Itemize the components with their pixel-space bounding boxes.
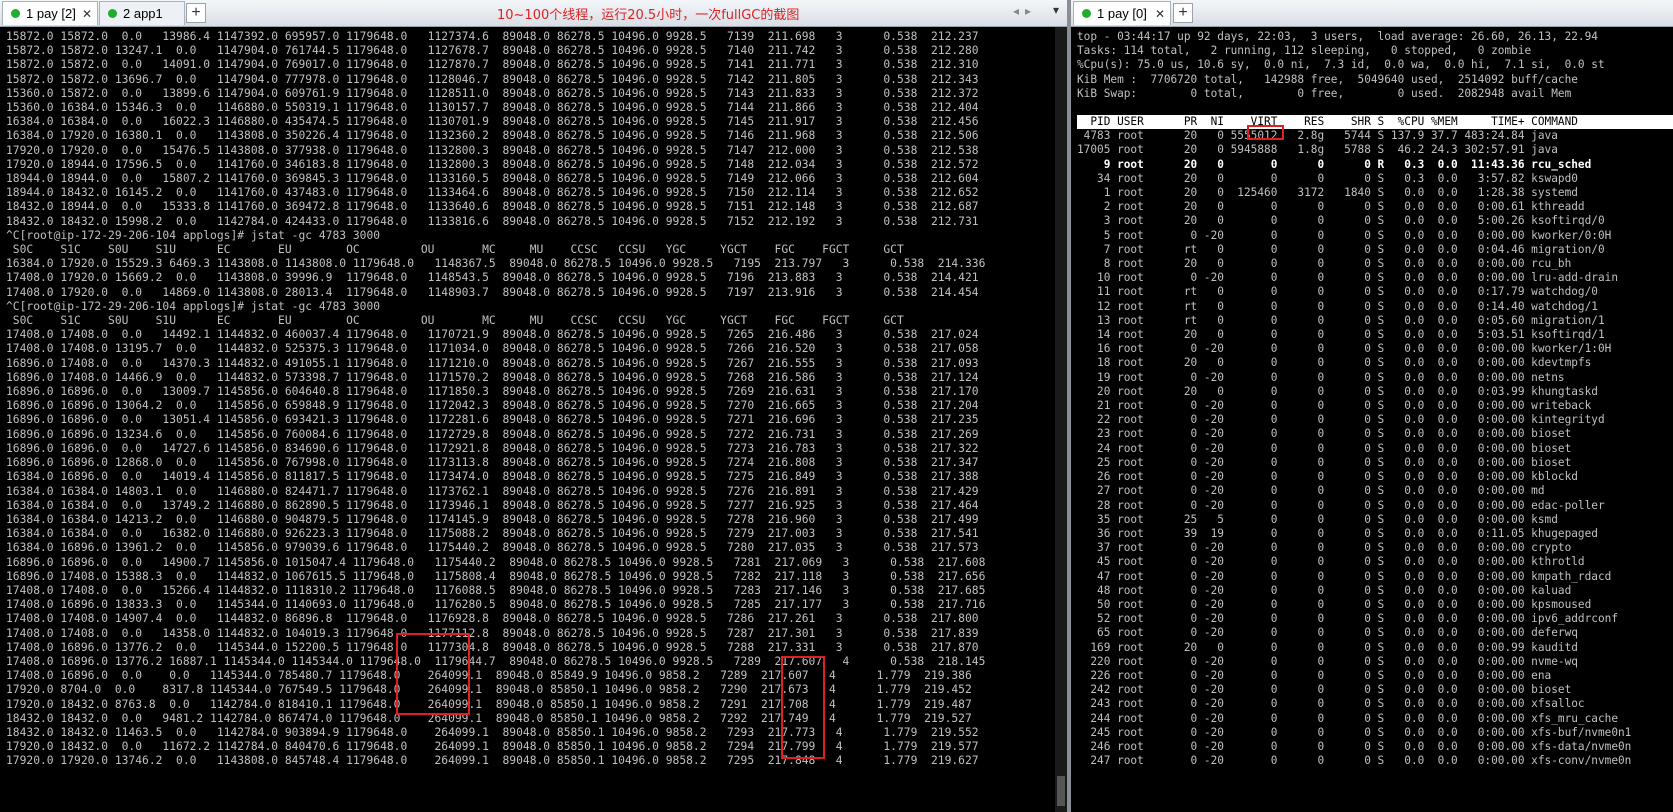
tab-pay-2[interactable]: 1 pay [2] ✕ xyxy=(2,1,98,25)
process-row: 243 root 0 -20 0 0 0 S 0.0 0.0 0:00.00 x… xyxy=(1077,697,1585,711)
process-row: 25 root 0 -20 0 0 0 S 0.0 0.0 0:00.00 bi… xyxy=(1077,455,1572,469)
process-table-header: PID USER PR NI VIRT RES SHR S %CPU %MEM … xyxy=(1077,115,1673,130)
process-row: 2 root 20 0 0 0 0 S 0.0 0.0 0:00.61 kthr… xyxy=(1077,200,1585,214)
process-row: 48 root 0 -20 0 0 0 S 0.0 0.0 0:00.00 ka… xyxy=(1077,583,1572,597)
process-row: 5 root 0 -20 0 0 0 S 0.0 0.0 0:00.00 kwo… xyxy=(1077,228,1612,242)
process-row: 36 root 39 19 0 0 0 S 0.0 0.0 0:11.05 kh… xyxy=(1077,526,1598,540)
left-terminal-output[interactable]: 15872.0 15872.0 0.0 13986.4 1147392.0 69… xyxy=(0,27,1067,812)
tab-label: 1 pay [2] xyxy=(26,6,76,21)
process-row: 65 root 0 -20 0 0 0 S 0.0 0.0 0:00.00 de… xyxy=(1077,626,1578,640)
tab-label: 2 app1 xyxy=(123,6,163,21)
process-row: 27 root 0 -20 0 0 0 S 0.0 0.0 0:00.00 md xyxy=(1077,484,1545,498)
process-row: 7 root rt 0 0 0 0 S 0.0 0.0 0:04.46 migr… xyxy=(1077,242,1605,256)
process-row: 21 root 0 -20 0 0 0 S 0.0 0.0 0:00.00 wr… xyxy=(1077,399,1592,413)
close-tab-icon[interactable]: ✕ xyxy=(82,2,92,26)
process-row: 3 root 20 0 0 0 0 S 0.0 0.0 5:00.26 ksof… xyxy=(1077,214,1605,228)
top-process-table: PID USER PR NI VIRT RES SHR S %CPU %MEM … xyxy=(1071,101,1673,768)
process-row: 37 root 0 -20 0 0 0 S 0.0 0.0 0:00.00 cr… xyxy=(1077,541,1572,555)
process-row: 22 root 0 -20 0 0 0 S 0.0 0.0 0:00.00 ki… xyxy=(1077,413,1605,427)
new-tab-button[interactable]: + xyxy=(1173,3,1193,23)
highlight-box-fgc-count xyxy=(781,656,825,759)
process-row: 14 root 20 0 0 0 0 S 0.0 0.0 5:03.51 kso… xyxy=(1077,328,1605,342)
process-row: 24 root 0 -20 0 0 0 S 0.0 0.0 0:00.00 bi… xyxy=(1077,441,1572,455)
process-row: 8 root 20 0 0 0 0 S 0.0 0.0 0:00.00 rcu_… xyxy=(1077,257,1572,271)
connected-status-icon xyxy=(1082,9,1091,18)
process-row: 247 root 0 -20 0 0 0 S 0.0 0.0 0:00.00 x… xyxy=(1077,754,1632,768)
screenshot-annotation: 10~100个线程，运行20.5小时，一次fullGC的截图 xyxy=(497,8,800,23)
connected-status-icon xyxy=(108,9,117,18)
tab-scroll-arrows-icon[interactable]: ◂▸ xyxy=(1013,4,1037,18)
tab-pay-0[interactable]: 1 pay [0] ✕ xyxy=(1073,1,1171,25)
right-terminal-pane: 1 pay [0] ✕ + top - 03:44:17 up 92 days,… xyxy=(1071,0,1673,812)
process-row: 9 root 20 0 0 0 0 R 0.3 0.0 11:43.36 rcu… xyxy=(1077,157,1592,171)
right-tab-bar: 1 pay [0] ✕ + xyxy=(1071,0,1673,27)
process-row: 12 root rt 0 0 0 0 S 0.0 0.0 0:14.40 wat… xyxy=(1077,299,1598,313)
process-row: 50 root 0 -20 0 0 0 S 0.0 0.0 0:00.00 kp… xyxy=(1077,597,1592,611)
top-summary: top - 03:44:17 up 92 days, 22:03, 3 user… xyxy=(1077,30,1605,100)
scrollbar-thumb[interactable] xyxy=(1057,776,1065,806)
process-row: 18 root 20 0 0 0 0 S 0.0 0.0 0:00.00 kde… xyxy=(1077,356,1592,370)
process-row: 242 root 0 -20 0 0 0 S 0.0 0.0 0:00.00 b… xyxy=(1077,683,1572,697)
process-row: 13 root rt 0 0 0 0 S 0.0 0.0 0:05.60 mig… xyxy=(1077,313,1605,327)
process-row: 245 root 0 -20 0 0 0 S 0.0 0.0 0:00.00 x… xyxy=(1077,725,1632,739)
process-row: 47 root 0 -20 0 0 0 S 0.0 0.0 0:00.00 km… xyxy=(1077,569,1612,583)
tab-label: 1 pay [0] xyxy=(1097,6,1147,21)
process-row: 45 root 0 -20 0 0 0 S 0.0 0.0 0:00.00 kt… xyxy=(1077,555,1585,569)
process-row: 10 root 0 -20 0 0 0 S 0.0 0.0 0:00.00 lr… xyxy=(1077,271,1618,285)
right-terminal-output[interactable]: top - 03:44:17 up 92 days, 22:03, 3 user… xyxy=(1071,27,1673,812)
process-row: 11 root rt 0 0 0 0 S 0.0 0.0 0:17.79 wat… xyxy=(1077,285,1598,299)
connected-status-icon xyxy=(11,9,20,18)
process-row: 35 root 25 5 0 0 0 S 0.0 0.0 0:00.00 ksm… xyxy=(1077,512,1558,526)
process-row: 1 root 20 0 125460 3172 1840 S 0.0 0.0 1… xyxy=(1077,186,1578,200)
highlight-box-res xyxy=(1247,125,1284,140)
process-row: 17005 root 20 0 5945888 1.8g 5788 S 46.2… xyxy=(1077,143,1558,157)
process-row: 34 root 20 0 0 0 0 S 0.3 0.0 3:57.82 ksw… xyxy=(1077,171,1578,185)
process-row: 244 root 0 -20 0 0 0 S 0.0 0.0 0:00.00 x… xyxy=(1077,711,1618,725)
process-row: 16 root 0 -20 0 0 0 S 0.0 0.0 0:00.00 kw… xyxy=(1077,342,1612,356)
process-row: 246 root 0 -20 0 0 0 S 0.0 0.0 0:00.00 x… xyxy=(1077,739,1632,753)
process-row: 20 root 20 0 0 0 0 S 0.0 0.0 0:03.99 khu… xyxy=(1077,384,1598,398)
process-row: 52 root 0 -20 0 0 0 S 0.0 0.0 0:00.00 ip… xyxy=(1077,612,1618,626)
process-row: 23 root 0 -20 0 0 0 S 0.0 0.0 0:00.00 bi… xyxy=(1077,427,1572,441)
process-row: 19 root 0 -20 0 0 0 S 0.0 0.0 0:00.00 ne… xyxy=(1077,370,1565,384)
terminal-scrollbar[interactable] xyxy=(1055,27,1067,812)
process-row: 220 root 0 -20 0 0 0 S 0.0 0.0 0:00.00 n… xyxy=(1077,654,1578,668)
jstat-output: 15872.0 15872.0 0.0 13986.4 1147392.0 69… xyxy=(6,30,986,768)
tab-list-dropdown-icon[interactable]: ▾ xyxy=(1053,3,1059,17)
process-rows: 4783 root 20 0 5555012 2.8g 5744 S 137.9… xyxy=(1077,129,1631,767)
process-row: 169 root 20 0 0 0 0 S 0.0 0.0 0:00.99 ka… xyxy=(1077,640,1578,654)
process-row: 226 root 0 -20 0 0 0 S 0.0 0.0 0:00.00 e… xyxy=(1077,668,1552,682)
tab-app1[interactable]: 2 app1 xyxy=(99,1,185,25)
left-terminal-pane: 1 pay [2] ✕ 2 app1 + 10~100个线程，运行20.5小时，… xyxy=(0,0,1067,812)
process-row: 4783 root 20 0 5555012 2.8g 5744 S 137.9… xyxy=(1077,129,1558,143)
process-row: 26 root 0 -20 0 0 0 S 0.0 0.0 0:00.00 kb… xyxy=(1077,470,1578,484)
left-tab-bar: 1 pay [2] ✕ 2 app1 + 10~100个线程，运行20.5小时，… xyxy=(0,0,1067,27)
process-row: 28 root 0 -20 0 0 0 S 0.0 0.0 0:00.00 ed… xyxy=(1077,498,1605,512)
new-tab-button[interactable]: + xyxy=(186,3,206,23)
close-tab-icon[interactable]: ✕ xyxy=(1155,2,1165,26)
highlight-box-ou-drop xyxy=(396,633,470,715)
